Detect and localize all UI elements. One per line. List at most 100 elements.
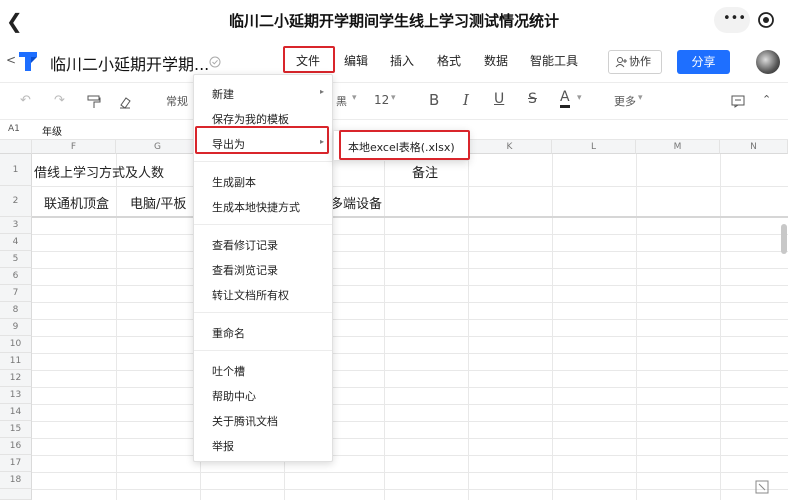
menu-item-save-template[interactable]: 保存为我的模板 (212, 111, 289, 127)
column-header[interactable]: N (720, 140, 788, 154)
font-size-chevron-icon: ▾ (391, 93, 396, 103)
column-header[interactable]: F (32, 140, 116, 154)
font-color-icon[interactable]: A (560, 89, 570, 108)
menu-insert[interactable]: 插入 (390, 52, 414, 69)
highlight-export-xlsx (339, 130, 470, 160)
row-header (0, 489, 32, 500)
cell-r1-j[interactable]: 备注 (412, 162, 438, 181)
menu-divider (194, 312, 332, 313)
menu-item-about[interactable]: 关于腾讯文档 (212, 413, 278, 429)
row-header[interactable]: 12 (0, 370, 32, 387)
cell-reference[interactable]: A1 (8, 124, 20, 134)
menu-format[interactable]: 格式 (437, 52, 461, 69)
formula-input[interactable]: 年级 (42, 123, 62, 138)
row-header[interactable]: 6 (0, 268, 32, 285)
menu-item-revision-history[interactable]: 查看修订记录 (212, 237, 278, 253)
highlight-export-as (195, 126, 329, 154)
document-title[interactable]: 临川二小延期开学期... (50, 51, 209, 75)
grid-line (32, 336, 788, 337)
row-header[interactable]: 5 (0, 251, 32, 268)
grid-line (468, 154, 469, 500)
row-header[interactable]: 15 (0, 421, 32, 438)
row-header[interactable]: 16 (0, 438, 32, 455)
grid-line (636, 154, 637, 500)
column-header[interactable]: L (552, 140, 636, 154)
undo-icon[interactable]: ↶ (20, 93, 31, 108)
grid-line (32, 438, 788, 439)
number-format-select[interactable]: 常规 (166, 93, 188, 109)
format-painter-icon[interactable] (87, 95, 101, 109)
menu-divider (194, 224, 332, 225)
select-all-corner[interactable] (0, 140, 32, 154)
grid-line (32, 472, 788, 473)
menu-item-new[interactable]: 新建 (212, 86, 234, 102)
grid-line (116, 154, 117, 500)
menu-item-rename[interactable]: 重命名 (212, 325, 245, 341)
grid-line (32, 404, 788, 405)
vertical-scrollbar[interactable] (781, 224, 787, 254)
add-user-icon (615, 57, 627, 68)
grid-line (32, 421, 788, 422)
italic-icon[interactable]: I (463, 91, 469, 109)
comment-icon[interactable] (731, 95, 745, 108)
menu-item-help-center[interactable]: 帮助中心 (212, 388, 256, 404)
tencent-docs-logo-icon[interactable] (17, 49, 39, 73)
row-header[interactable]: 18 (0, 472, 32, 489)
menu-item-view-history[interactable]: 查看浏览记录 (212, 262, 278, 278)
grid-line (32, 186, 788, 187)
more-options-icon[interactable]: ••• (714, 7, 750, 33)
strikethrough-icon[interactable]: S (528, 91, 537, 107)
user-avatar[interactable] (756, 50, 780, 74)
column-header[interactable]: G (116, 140, 200, 154)
menu-item-feedback[interactable]: 吐个槽 (212, 363, 245, 379)
cell-r2-f[interactable]: 联通机顶盒 (44, 193, 109, 212)
row-header[interactable]: 3 (0, 217, 32, 234)
cell-r2-g[interactable]: 电脑/平板 (130, 193, 186, 212)
share-button[interactable]: 分享 (677, 50, 730, 74)
row-header[interactable]: 10 (0, 336, 32, 353)
row-header[interactable]: 8 (0, 302, 32, 319)
grid-line (32, 455, 788, 456)
menu-item-local-shortcut[interactable]: 生成本地快捷方式 (212, 199, 300, 215)
menu-item-transfer-ownership[interactable]: 转让文档所有权 (212, 287, 289, 303)
font-family-chevron-icon: ▾ (352, 93, 357, 103)
row-header[interactable]: 11 (0, 353, 32, 370)
highlight-file-menu (283, 46, 335, 73)
menu-edit[interactable]: 编辑 (344, 52, 368, 69)
more-chevron-icon: ▾ (638, 93, 643, 103)
column-header[interactable]: K (468, 140, 552, 154)
menu-data[interactable]: 数据 (484, 52, 508, 69)
spreadsheet-grid[interactable]: F G H I J K L M N 1 2 3 4 5 6 7 8 9 10 1… (0, 140, 788, 500)
doc-header: < 临川二小延期开学期... 文件 编辑 插入 格式 数据 智能工具 协作 分享 (0, 40, 788, 82)
column-header[interactable]: M (636, 140, 720, 154)
row-header[interactable]: 2 (0, 186, 32, 217)
font-family-select[interactable]: 黑 (336, 93, 347, 109)
font-size-select[interactable]: 12 (374, 93, 389, 107)
more-tools-button[interactable]: 更多 (614, 93, 636, 109)
menu-smart-tools[interactable]: 智能工具 (530, 52, 578, 69)
row-header[interactable]: 1 (0, 154, 32, 186)
cell-r1-f[interactable]: 借线上学习方式及人数 (34, 162, 164, 181)
grid-line (32, 251, 788, 252)
grid-line (32, 319, 788, 320)
menu-item-duplicate[interactable]: 生成副本 (212, 174, 256, 190)
clear-format-icon[interactable] (118, 95, 132, 109)
row-header[interactable]: 7 (0, 285, 32, 302)
redo-icon[interactable]: ↷ (54, 93, 65, 108)
bold-icon[interactable]: B (429, 91, 439, 109)
expand-icon[interactable] (755, 480, 769, 494)
close-target-icon[interactable] (752, 7, 780, 33)
saved-status-icon (209, 56, 221, 68)
row-header[interactable]: 13 (0, 387, 32, 404)
row-header[interactable]: 4 (0, 234, 32, 251)
underline-icon[interactable]: U (494, 91, 504, 107)
back-arrow-icon[interactable]: < (6, 53, 16, 67)
collaborate-button[interactable]: 协作 (608, 50, 662, 74)
row-header[interactable]: 14 (0, 404, 32, 421)
collaborate-label: 协作 (629, 55, 651, 68)
collapse-toolbar-icon[interactable]: ⌃ (762, 93, 771, 106)
row-header[interactable]: 9 (0, 319, 32, 336)
menu-item-report[interactable]: 举报 (212, 438, 234, 454)
cell-r2-i[interactable]: 多端设备 (330, 193, 382, 212)
row-header[interactable]: 17 (0, 455, 32, 472)
